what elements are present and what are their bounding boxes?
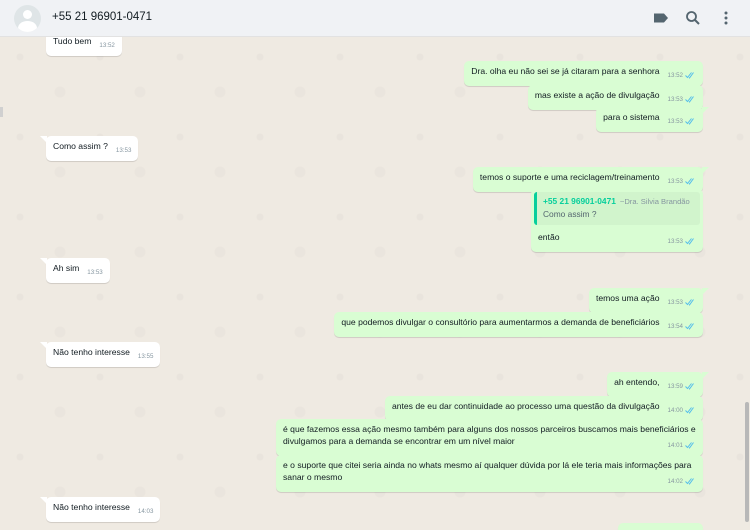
avatar[interactable] [14,5,41,32]
message-incoming: Tudo bem 13:52 [46,37,122,56]
message-text: é que fazemos essa ação mesmo também par… [283,424,696,446]
message-time: 13:53 [668,94,696,106]
message-list[interactable]: Tudo bem 13:52 Dra. olha eu não sei se j… [0,37,750,530]
message-text: Como assim ? [53,141,108,151]
message-text: antes de eu dar continuidade ao processo… [391,401,660,411]
message-time: 13:53 [668,297,696,309]
message-text: e o suporte que citei seria ainda no wha… [283,460,692,482]
chat-header: +55 21 96901-0471 [0,0,750,37]
message-time: 13:52 [668,70,696,82]
message-outgoing: para o sistema 13:53 [596,107,709,132]
quote-author: +55 21 96901-0471 [543,196,616,206]
message-incoming: Como assim ? 13:53 [39,136,139,161]
message-time: 13:53 [115,147,132,154]
message-time: 13:54 [668,321,696,333]
message-time: 13:53 [87,269,103,276]
read-ticks-icon [685,442,696,449]
contact-name[interactable]: +55 21 96901-0471 [52,11,152,23]
read-ticks-icon [685,96,696,103]
quoted-message[interactable]: +55 21 96901-0471 ~Dra. Silvia Brandão Co… [534,192,700,225]
message-outgoing: antes de eu dar continuidade ao processo… [384,396,703,421]
message-outgoing: Dra. olha eu não sei se já citaram para … [464,61,703,86]
message-outgoing-reply: +55 21 96901-0471 ~Dra. Silvia Brandão Co… [531,189,703,252]
read-ticks-icon [685,238,696,245]
message-outgoing: ah entendo, 13:59 [607,372,709,397]
read-ticks-icon [685,383,696,390]
read-ticks-icon [685,478,696,485]
read-ticks-icon [685,407,696,414]
message-text: temos uma ação [595,293,660,303]
scroll-indicator [0,107,3,117]
search-icon[interactable] [684,9,702,27]
read-ticks-icon [685,178,696,185]
message-outgoing: e o suporte que citei seria ainda no wha… [276,455,703,492]
quote-name: ~Dra. Silvia Brandão [619,197,690,206]
message-text: para o sistema [603,112,660,122]
menu-icon[interactable] [717,9,735,27]
message-time: 14:01 [668,440,696,452]
quote-text: Como assim ? [543,209,597,219]
scrollbar[interactable] [745,402,749,522]
message-outgoing: é que fazemos essa ação mesmo também par… [276,419,703,456]
message-time: 13:53 [668,236,696,248]
message-incoming: Não tenho interesse 13:55 [39,342,161,367]
message-outgoing: temos uma ação 13:53 [588,288,710,313]
message-time: 13:53 [668,176,696,188]
message-text: mas existe a ação de divulgação [534,90,660,100]
message-time: 14:03 [137,508,154,515]
message-outgoing: que podemos divulgar o consultório para … [334,312,703,337]
message-text: Não tenho interesse [53,347,130,357]
read-ticks-icon [685,299,696,306]
message-time: 13:52 [99,42,115,49]
message-text: ah entendo, [614,377,660,387]
message-time: 14:02 [668,476,696,488]
message-text: que podemos divulgar o consultório para … [341,317,660,327]
message-time: 13:55 [137,353,154,360]
read-ticks-icon [685,72,696,79]
message-text: então [538,232,560,242]
message-incoming: Não tenho interesse 14:03 [39,497,161,522]
message-incoming: Ah sim 13:53 [40,258,110,283]
message-text: Dra. olha eu não sei se já citaram para … [471,66,660,76]
message-text: Tudo bem [53,37,92,46]
message-text: temos o suporte e uma reciclagem/treinam… [479,172,660,182]
message-time: 13:53 [668,116,696,128]
read-ticks-icon [685,118,696,125]
message-outgoing-partial [618,523,703,530]
label-icon[interactable] [652,9,670,27]
message-text: Não tenho interesse [53,502,130,512]
read-ticks-icon [685,323,696,330]
message-time: 14:00 [668,405,696,417]
message-text: Ah sim [53,263,80,273]
message-time: 13:59 [668,381,696,393]
